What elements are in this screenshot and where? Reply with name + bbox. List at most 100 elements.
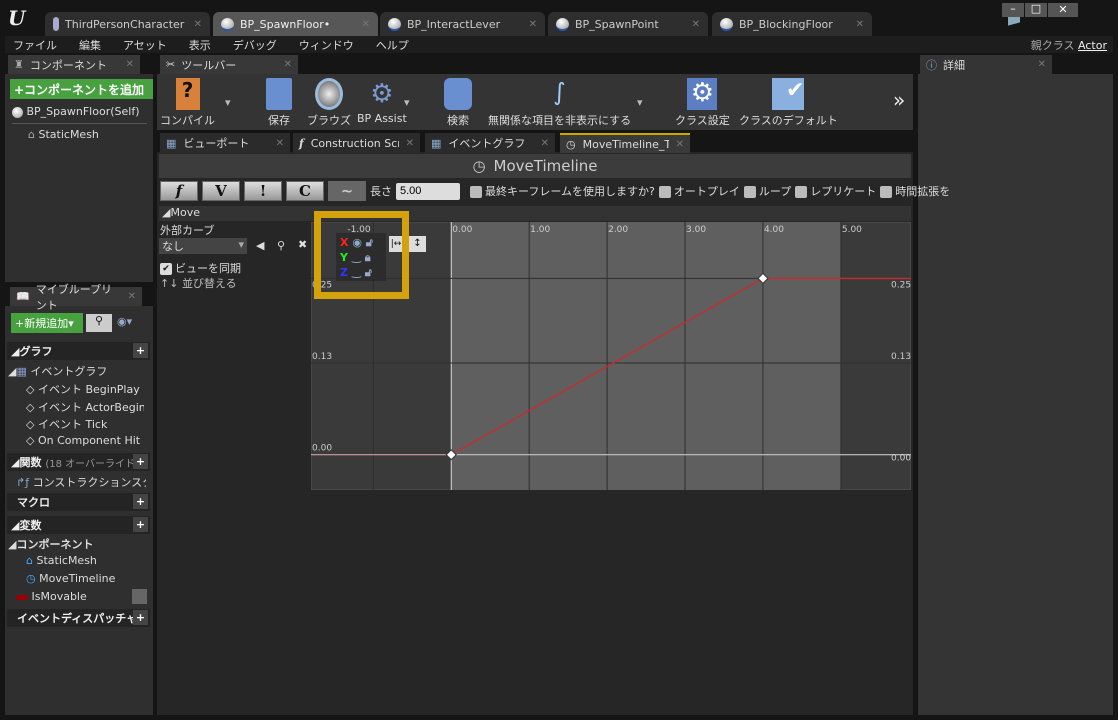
more-toolbar-button[interactable]: » <box>893 88 905 112</box>
section-variables[interactable]: ◢ 変数 + <box>7 516 150 534</box>
x-tick-label: 4.00 <box>764 225 784 235</box>
tab-event-graph[interactable]: ▦ イベントグラフ ✕ <box>425 133 555 153</box>
class-defaults-button[interactable]: ✔ クラスのデフォルト <box>739 78 838 128</box>
add-variable-button[interactable]: + <box>133 517 148 532</box>
close-window-button[interactable]: ✕ <box>1048 3 1078 17</box>
component-staticmesh[interactable]: ⌂ StaticMesh <box>28 128 99 141</box>
visibility-toggle-icon[interactable] <box>132 589 147 604</box>
add-vector-track-button[interactable]: V <box>202 181 240 201</box>
tab-bp-blockingfloor[interactable]: BP_BlockingFloor ✕ <box>712 12 872 36</box>
tab-third-person[interactable]: ThirdPersonCharacter ✕ <box>45 12 210 36</box>
time-dilation-checkbox[interactable]: 時間拡張を <box>880 183 950 199</box>
class-settings-button[interactable]: ⚙ クラス設定 <box>675 78 730 128</box>
add-graph-button[interactable]: + <box>133 343 148 358</box>
tab-construction-script[interactable]: fConstruction Scrip✕ <box>293 133 420 153</box>
menu-file[interactable]: ファイル <box>13 37 57 53</box>
save-button[interactable]: 保存 <box>266 78 292 128</box>
browse-button[interactable]: ブラウズ <box>307 78 351 128</box>
tab-bp-interactlever[interactable]: BP_InteractLever ✕ <box>380 12 545 36</box>
close-icon[interactable]: ✕ <box>128 291 136 302</box>
close-icon[interactable]: ✕ <box>541 138 549 149</box>
viewport-icon: ▦ <box>166 136 177 150</box>
menu-window[interactable]: ウィンドウ <box>299 37 354 53</box>
components-category[interactable]: ◢コンポーネント <box>8 536 93 552</box>
close-icon[interactable]: ✕ <box>406 138 414 149</box>
reorder-control[interactable]: ↑↓ 並び替える <box>160 275 237 291</box>
minimize-button[interactable]: – <box>1002 3 1024 17</box>
autoplay-checkbox[interactable]: オートプレイ <box>658 183 740 199</box>
close-icon[interactable]: ✕ <box>1038 59 1046 70</box>
menu-help[interactable]: ヘルプ <box>376 37 409 53</box>
add-color-track-button[interactable]: C <box>286 181 324 201</box>
add-curve-button[interactable]: ~ <box>328 181 366 201</box>
use-curve-arrow-icon[interactable]: ◀ <box>256 239 264 252</box>
event-item[interactable]: ◇ On Component Hit (StaticMesh) <box>26 434 144 447</box>
close-icon[interactable]: ✕ <box>529 19 537 30</box>
maximize-button[interactable]: □ <box>1025 3 1047 17</box>
browse-curve-icon[interactable]: ⚲ <box>277 239 285 252</box>
tab-my-blueprint[interactable]: 📖 マイブループリント ✕ <box>10 283 142 312</box>
sync-view-checkbox[interactable]: ✔ ビューを同期 <box>160 260 241 276</box>
event-item[interactable]: ◇ イベント Tick <box>26 416 144 432</box>
variable-movetimeline[interactable]: ◷ MoveTimeline <box>26 572 115 585</box>
bp-assist-button[interactable]: ⚙ BP Assist <box>357 78 407 125</box>
tab-viewport[interactable]: ▦ ビューポート ✕ <box>160 133 290 153</box>
tab-bp-spawnfloor[interactable]: BP_SpawnFloor• ✕ <box>213 12 378 36</box>
bp-assist-dropdown[interactable]: ▾ <box>404 96 410 109</box>
add-function-button[interactable]: + <box>133 454 148 469</box>
section-functions[interactable]: ◢ 関数 (18 オーバーライド可 + <box>7 453 150 471</box>
hide-unrelated-button[interactable]: ∫ 無関係な項目を非表示にする <box>488 78 631 128</box>
close-icon[interactable]: ✕ <box>856 19 864 30</box>
gear-icon: ⚙ <box>370 79 394 109</box>
find-button[interactable]: 検索 <box>444 78 472 128</box>
track-header[interactable]: ◢Move <box>159 206 911 221</box>
add-component-button[interactable]: +コンポーネントを追加 <box>10 79 153 99</box>
tab-move-timeline[interactable]: ◷MoveTimeline_Tem✕ <box>560 133 690 153</box>
close-icon[interactable]: ✕ <box>676 139 684 150</box>
tab-toolbar[interactable]: ✂ ツールバー ✕ <box>160 55 298 74</box>
add-dispatcher-button[interactable]: + <box>133 610 148 625</box>
event-graph-item[interactable]: ◢▦ イベントグラフ <box>8 363 107 379</box>
menu-edit[interactable]: 編集 <box>79 37 101 53</box>
divider <box>12 123 147 124</box>
external-curve-select[interactable]: なし ▾ <box>159 238 247 254</box>
close-icon[interactable]: ✕ <box>692 19 700 30</box>
loop-checkbox[interactable]: ループ <box>743 183 791 199</box>
graph-icon: ▦ <box>16 365 27 378</box>
parent-class-link[interactable]: Actor <box>1078 39 1107 52</box>
use-last-keyframe-checkbox[interactable]: 最終キーフレームを使用しますか? <box>470 183 655 199</box>
menu-debug[interactable]: デバッグ <box>233 37 277 53</box>
event-item[interactable]: ◇ イベント ActorBeginOverlap <box>26 399 144 415</box>
compile-button[interactable]: ? コンパイル <box>160 78 215 128</box>
close-icon[interactable]: ✕ <box>276 138 284 149</box>
menu-asset[interactable]: アセット <box>123 37 167 53</box>
length-input[interactable] <box>396 182 460 200</box>
hide-unrelated-dropdown[interactable]: ▾ <box>637 96 643 109</box>
tab-bp-spawnpoint[interactable]: BP_SpawnPoint ✕ <box>548 12 708 36</box>
close-icon[interactable]: ✕ <box>284 59 292 70</box>
add-macro-button[interactable]: + <box>133 494 148 509</box>
event-item[interactable]: ◇ イベント BeginPlay <box>26 381 144 397</box>
section-graph[interactable]: ◢ グラフ + <box>7 342 150 360</box>
visibility-icon[interactable]: ◉▾ <box>117 315 132 328</box>
variable-ismovable[interactable]: IsMovable <box>16 590 87 603</box>
construction-script-item[interactable]: ↱ƒ コンストラクションスクリプト <box>16 474 146 490</box>
tab-components[interactable]: ♜ コンポーネント ✕ <box>8 55 140 74</box>
variable-staticmesh[interactable]: ⌂ StaticMesh <box>26 554 97 567</box>
search-button[interactable]: ⚲ <box>86 314 112 332</box>
close-icon[interactable]: ✕ <box>126 59 134 70</box>
section-dispatchers[interactable]: イベントディスパッチャ + <box>7 609 150 627</box>
component-self[interactable]: BP_SpawnFloor(Self) <box>12 105 139 118</box>
add-event-track-button[interactable]: ! <box>244 181 282 201</box>
replicate-checkbox[interactable]: レプリケート <box>795 183 876 199</box>
tab-details[interactable]: ⓘ 詳細 ✕ <box>920 55 1052 74</box>
fit-vertical-button[interactable]: ↕ <box>409 236 426 252</box>
add-new-button[interactable]: +新規追加 ▾ <box>11 313 83 333</box>
compile-dropdown[interactable]: ▾ <box>225 96 231 109</box>
clear-curve-icon[interactable]: ✖ <box>298 238 307 251</box>
close-icon[interactable]: ✕ <box>362 19 370 30</box>
add-float-track-button[interactable]: f <box>160 181 198 201</box>
close-icon[interactable]: ✕ <box>194 19 202 30</box>
menu-view[interactable]: 表示 <box>189 37 211 53</box>
section-macros[interactable]: マクロ + <box>7 493 150 511</box>
